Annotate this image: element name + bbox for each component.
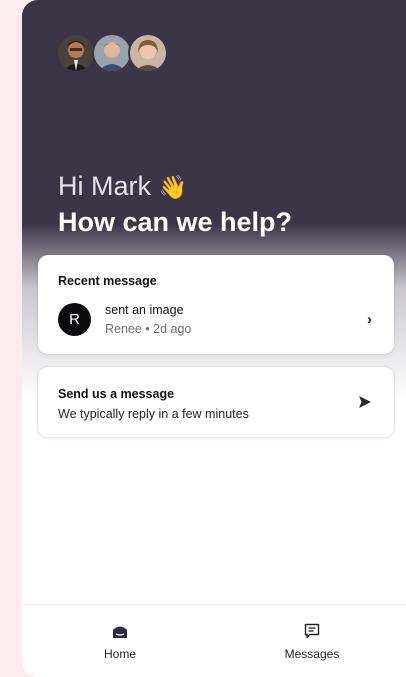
send-icon bbox=[358, 395, 372, 414]
chevron-right-icon: › bbox=[367, 311, 372, 328]
team-member-avatar-1 bbox=[56, 33, 96, 73]
tab-home-label: Home bbox=[103, 647, 136, 661]
send-message-card[interactable]: Send us a message We typically reply in … bbox=[38, 367, 394, 437]
recent-message-card[interactable]: Recent message R sent an image Renee • 2… bbox=[38, 255, 394, 354]
sender-avatar: R bbox=[58, 303, 91, 336]
messages-icon bbox=[304, 623, 320, 639]
greeting-hi: Hi Mark 👋 bbox=[58, 170, 292, 203]
messenger-widget: Hi Mark 👋 How can we help? Recent messag… bbox=[22, 0, 406, 677]
tab-messages-label: Messages bbox=[284, 647, 340, 661]
greeting-name: Hi Mark bbox=[58, 171, 151, 201]
home-icon bbox=[113, 626, 127, 638]
greeting-headline: How can we help? bbox=[58, 207, 293, 237]
greeting: Hi Mark 👋 How can we help? bbox=[58, 170, 292, 239]
recent-message-title: Recent message bbox=[58, 274, 157, 288]
team-member-avatar-2 bbox=[92, 33, 132, 73]
tab-messages[interactable]: Messages bbox=[252, 623, 372, 661]
send-message-subtitle: We typically reply in a few minutes bbox=[58, 407, 249, 421]
recent-message-meta: Renee • 2d ago bbox=[105, 322, 192, 336]
recent-message-text: sent an image bbox=[105, 303, 184, 317]
tab-home[interactable]: Home bbox=[60, 623, 180, 661]
bottom-nav: Home Messages bbox=[22, 604, 406, 677]
send-message-title: Send us a message bbox=[58, 387, 175, 401]
team-member-avatar-3 bbox=[128, 33, 168, 73]
wave-emoji: 👋 bbox=[158, 174, 188, 200]
